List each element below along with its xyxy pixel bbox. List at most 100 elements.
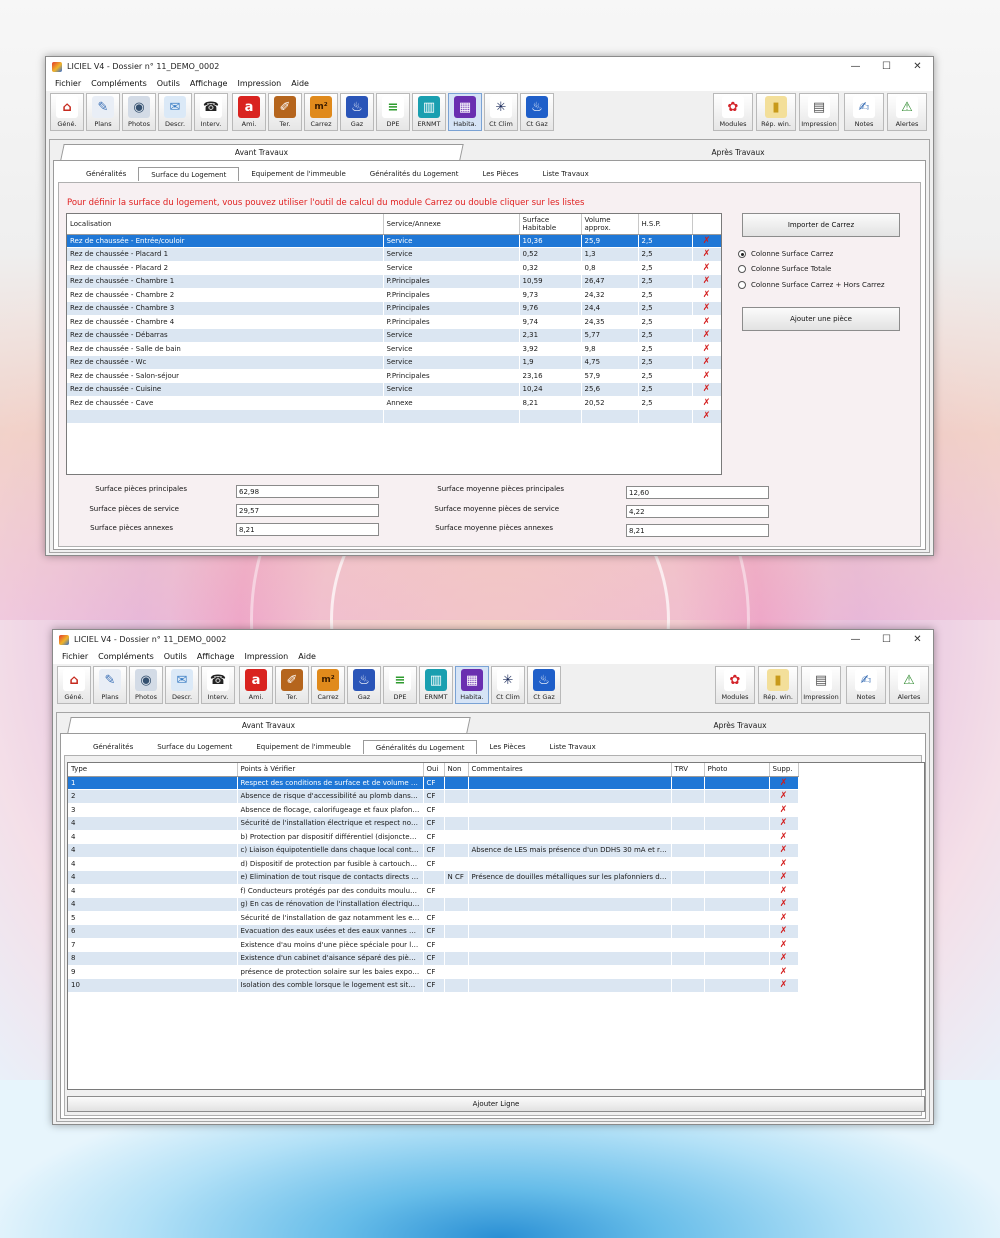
table-cell[interactable]	[444, 924, 469, 939]
tab-liste-travaux[interactable]: Liste Travaux	[538, 740, 608, 754]
field-moyenne-annexes[interactable]: 8,21	[626, 524, 769, 537]
table-cell[interactable]: Rez de chaussée - Salon-séjour	[67, 369, 384, 383]
tab-equipement-immeuble[interactable]: Equipement de l'immeuble	[244, 740, 362, 754]
table-row[interactable]: 4 f) Conducteurs protégés par des conduit…	[68, 884, 799, 898]
table-cell[interactable]	[468, 965, 672, 979]
table-cell[interactable]: Respect des conditions de surface et de …	[237, 776, 424, 790]
table-cell[interactable]: 26,47	[581, 274, 639, 289]
table-cell[interactable]: CF	[423, 803, 445, 817]
table-cell[interactable]	[704, 776, 770, 790]
table-cell[interactable]	[468, 924, 672, 939]
col-volume[interactable]: Volume approx.	[581, 214, 639, 235]
delete-cell[interactable]: ✗	[769, 978, 799, 993]
table-cell[interactable]	[671, 965, 705, 979]
tab-avant-travaux[interactable]: Avant Travaux	[60, 144, 464, 160]
maximize-button[interactable]: ☐	[871, 630, 902, 649]
delete-x-icon[interactable]: ✗	[780, 872, 788, 882]
table-row[interactable]: ✗	[67, 409, 721, 424]
delete-cell[interactable]: ✗	[769, 924, 799, 939]
toolbar-interv-button[interactable]: ☎ Interv.	[194, 93, 228, 131]
tab-generalites[interactable]: Généralités	[74, 167, 138, 181]
col-non[interactable]: Non	[444, 763, 469, 777]
table-cell[interactable]: CF	[423, 978, 445, 993]
table-cell[interactable]	[468, 911, 672, 925]
table-cell[interactable]: 5,77	[581, 328, 639, 343]
table-cell[interactable]: 10,36	[519, 234, 582, 248]
toolbar-ctclim-button[interactable]: ✳ Ct Clim	[491, 666, 525, 704]
toolbar-alertes-button[interactable]: ⚠ Alertes	[889, 666, 929, 704]
tab-liste-travaux[interactable]: Liste Travaux	[531, 167, 601, 181]
toolbar-dpe-button[interactable]: ≡ DPE	[383, 666, 417, 704]
table-cell[interactable]	[383, 409, 520, 424]
table-row[interactable]: Rez de chaussée - Chambre 4 P.Principales…	[67, 315, 721, 329]
table-row[interactable]: Rez de chaussée - Débarras Service 2,31 5,7…	[67, 328, 721, 343]
table-cell[interactable]	[671, 870, 705, 885]
table-cell[interactable]: Service	[383, 382, 520, 397]
table-cell[interactable]: 24,35	[581, 315, 639, 329]
table-cell[interactable]: présence de protection solaire sur les b…	[237, 965, 424, 979]
toolbar-ter-button[interactable]: ✐ Ter.	[268, 93, 302, 131]
delete-x-icon[interactable]: ✗	[703, 344, 711, 354]
table-cell[interactable]: 4	[68, 830, 238, 844]
table-cell[interactable]	[704, 830, 770, 844]
delete-x-icon[interactable]: ✗	[780, 791, 788, 801]
table-cell[interactable]: 20,52	[581, 396, 639, 410]
menu-aide[interactable]: Aide	[286, 79, 314, 88]
table-cell[interactable]	[444, 776, 469, 790]
delete-cell[interactable]: ✗	[692, 396, 721, 410]
table-cell[interactable]: d) Dispositif de protection par fusible …	[237, 857, 424, 871]
table-cell[interactable]: 8	[68, 951, 238, 966]
table-cell[interactable]	[704, 897, 770, 912]
table-cell[interactable]: CF	[423, 965, 445, 979]
delete-x-icon[interactable]: ✗	[780, 886, 788, 896]
menu-complements[interactable]: Compléments	[93, 652, 159, 661]
table-cell[interactable]	[704, 816, 770, 831]
table-row[interactable]: 10 Isolation des comble lorsque le logeme…	[68, 978, 799, 993]
table-cell[interactable]	[444, 803, 469, 817]
table-cell[interactable]	[581, 409, 639, 424]
delete-cell[interactable]: ✗	[769, 843, 799, 858]
toolbar-ernmt-button[interactable]: ▥ ERNMT	[419, 666, 453, 704]
table-cell[interactable]: 24,32	[581, 288, 639, 302]
table-cell[interactable]	[671, 924, 705, 939]
table-row[interactable]: 4 c) Liaison équipotentielle dans chaque …	[68, 843, 799, 858]
table-cell[interactable]: 3,92	[519, 342, 582, 356]
table-cell[interactable]: 2,5	[638, 261, 693, 275]
table-cell[interactable]: 4,75	[581, 355, 639, 370]
menu-fichier[interactable]: Fichier	[50, 79, 86, 88]
table-cell[interactable]: 24,4	[581, 301, 639, 316]
table-row[interactable]: Rez de chaussée - Cuisine Service 10,24 25,…	[67, 382, 721, 397]
toolbar-rpwin-button[interactable]: ▮ Rép. win.	[756, 93, 796, 131]
table-cell[interactable]: 4	[68, 857, 238, 871]
tab-surface-logement[interactable]: Surface du Logement	[145, 740, 244, 754]
table-cell[interactable]	[671, 843, 705, 858]
table-cell[interactable]: 9,74	[519, 315, 582, 329]
table-row[interactable]: Rez de chaussée - Cave Annexe 8,21 20,52 2,5…	[67, 396, 721, 410]
toolbar-gaz-button[interactable]: ♨ Gaz	[340, 93, 374, 131]
table-cell[interactable]: 2,5	[638, 369, 693, 383]
menu-affichage[interactable]: Affichage	[185, 79, 233, 88]
toolbar-impression-button[interactable]: ▤ Impression	[799, 93, 839, 131]
table-row[interactable]: 4 Sécurité de l'installation électrique e…	[68, 816, 799, 831]
table-cell[interactable]: Existence d'au moins d'une pièce spécial…	[237, 938, 424, 952]
table-cell[interactable]: 7	[68, 938, 238, 952]
table-cell[interactable]: Annexe	[383, 396, 520, 410]
table-row[interactable]: 7 Existence d'au moins d'une pièce spécia…	[68, 938, 799, 952]
table-cell[interactable]	[444, 951, 469, 966]
menu-impression[interactable]: Impression	[239, 652, 293, 661]
table-cell[interactable]: 2,5	[638, 315, 693, 329]
table-cell[interactable]: Rez de chaussée - Chambre 3	[67, 301, 384, 316]
delete-x-icon[interactable]: ✗	[780, 940, 788, 950]
table-row[interactable]: Rez de chaussée - Salle de bain Service 3,…	[67, 342, 721, 356]
table-cell[interactable]	[704, 884, 770, 898]
tab-apres-travaux[interactable]: Après Travaux	[590, 717, 890, 733]
toolbar-ami-button[interactable]: a Ami.	[239, 666, 273, 704]
table-row[interactable]: 8 Existence d'un cabinet d'aisance séparé…	[68, 951, 799, 966]
toolbar-modules-button[interactable]: ✿ Modules	[713, 93, 753, 131]
table-row[interactable]: 6 Evacuation des eaux usées et des eaux v…	[68, 924, 799, 939]
table-cell[interactable]: Sécurité de l'installation de gaz notamm…	[237, 911, 424, 925]
delete-x-icon[interactable]: ✗	[703, 290, 711, 300]
delete-x-icon[interactable]: ✗	[780, 859, 788, 869]
field-surface-service[interactable]: 29,57	[236, 504, 379, 517]
delete-cell[interactable]: ✗	[769, 938, 799, 952]
